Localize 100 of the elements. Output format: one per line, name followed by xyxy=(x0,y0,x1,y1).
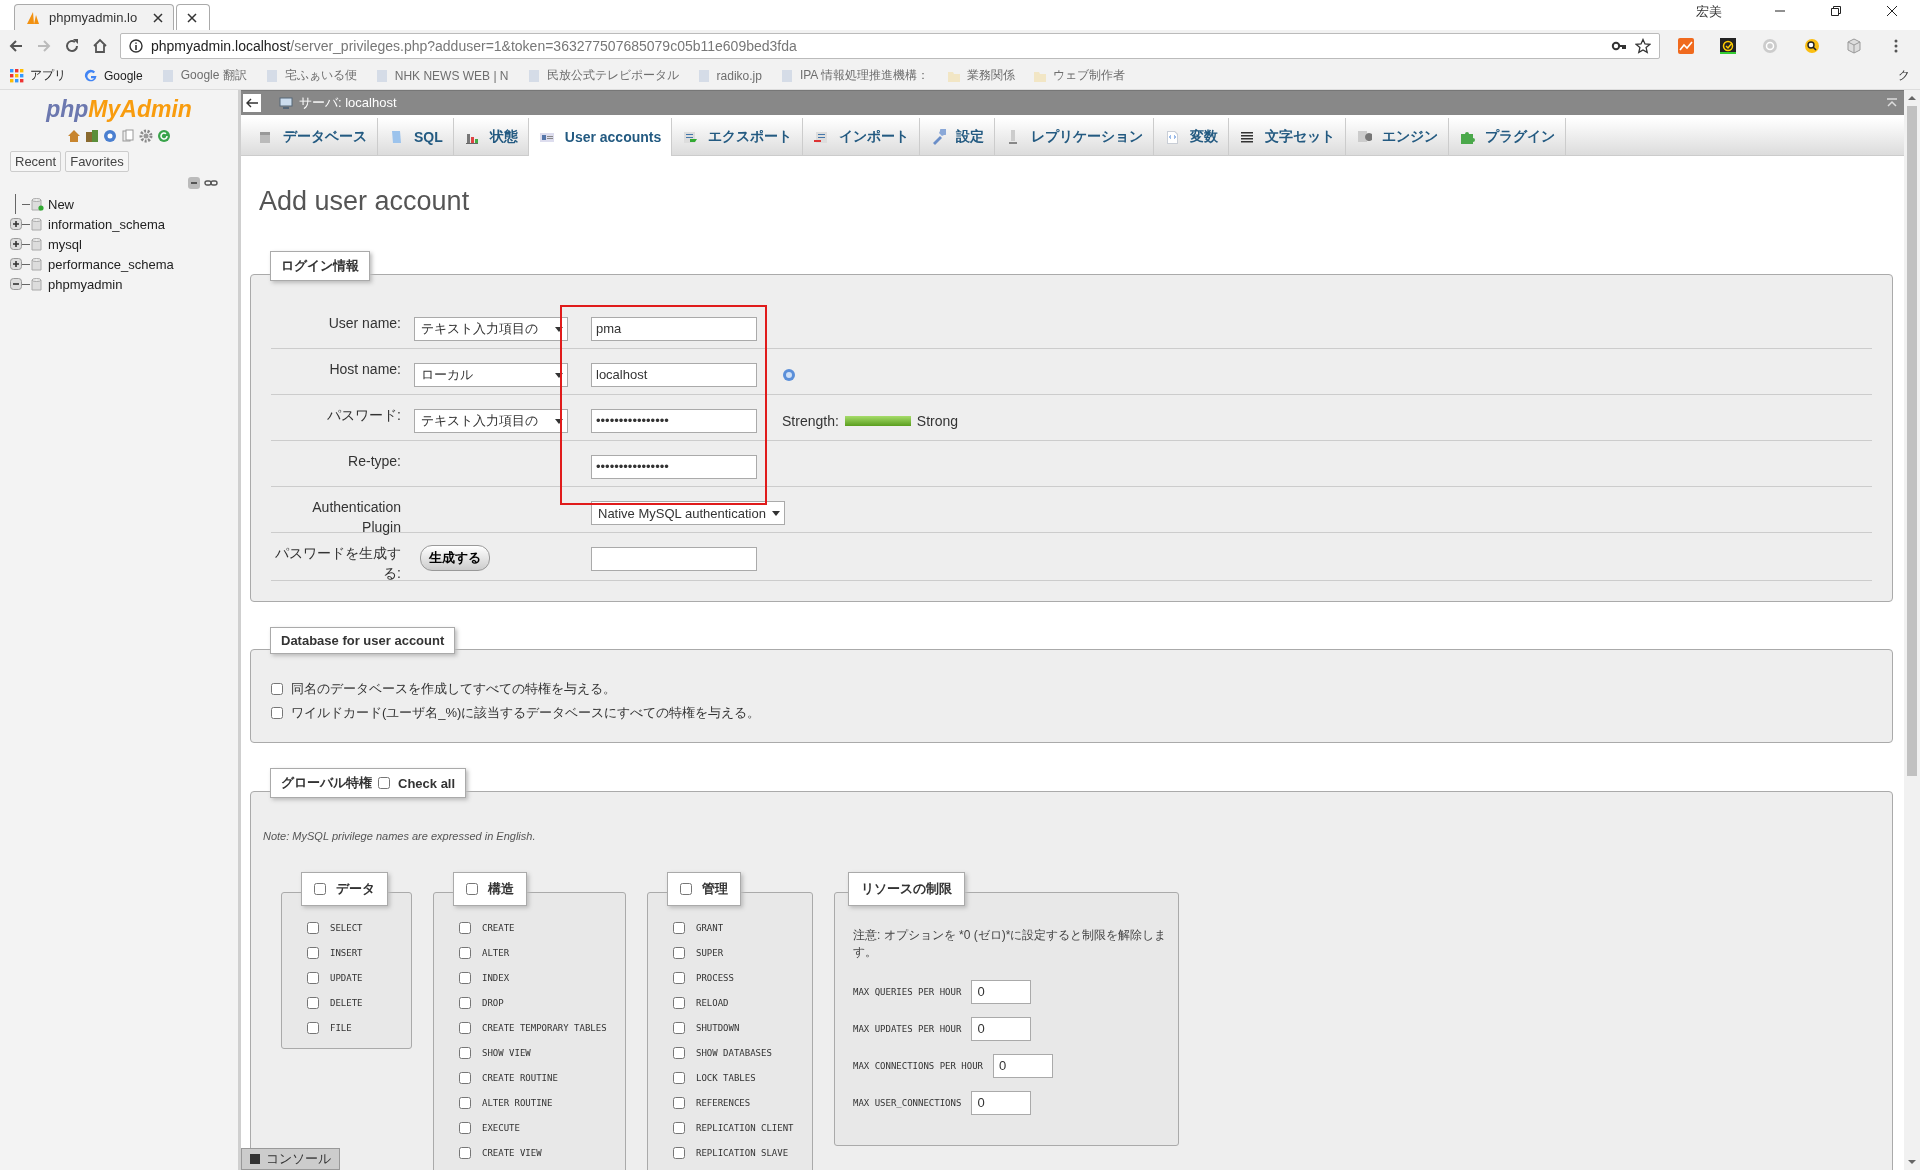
nav-tab[interactable]: エクスポート xyxy=(672,118,804,155)
tree-item[interactable]: information_schema xyxy=(48,216,166,232)
nav-tab[interactable]: プラグイン xyxy=(1449,118,1567,155)
checkbox[interactable] xyxy=(459,1146,471,1159)
check-extension-icon[interactable] xyxy=(1720,38,1736,54)
checkbox[interactable] xyxy=(459,1071,471,1084)
input-field[interactable]: 0 xyxy=(993,1054,1054,1078)
bookmark-link[interactable]: IPA 情報処理推進機構： xyxy=(779,67,929,84)
checkbox[interactable] xyxy=(307,996,319,1009)
check-all-label[interactable]: Check all xyxy=(398,775,456,791)
checkbox[interactable] xyxy=(459,946,471,959)
reload-icon[interactable] xyxy=(64,38,80,54)
checkbox[interactable] xyxy=(271,707,283,719)
input-field[interactable]: pma xyxy=(591,317,757,341)
bookmark-link[interactable]: 宅ふぁいる便 xyxy=(264,67,357,84)
checkbox[interactable] xyxy=(680,883,692,895)
checkbox[interactable] xyxy=(307,971,319,984)
tree-item[interactable]: performance_schema xyxy=(48,256,174,272)
checkbox[interactable] xyxy=(673,971,685,984)
checkbox[interactable] xyxy=(673,996,685,1009)
input-field[interactable]: 0 xyxy=(971,1017,1032,1041)
bookmark-link[interactable]: NHK NEWS WEB | N xyxy=(374,68,509,83)
checkbox[interactable] xyxy=(673,1021,685,1034)
restore-icon[interactable] xyxy=(1830,5,1842,17)
checkbox[interactable] xyxy=(271,683,283,695)
info-icon[interactable] xyxy=(129,39,143,53)
sidebar-tab-button[interactable]: Favorites xyxy=(65,151,129,172)
nav-tab[interactable]: 設定 xyxy=(920,118,996,155)
nav-tab[interactable]: User accounts xyxy=(528,118,673,156)
nav-tab[interactable]: エンジン xyxy=(1346,118,1450,155)
bookmark-link[interactable]: 業務関係 xyxy=(947,67,1015,84)
checkbox[interactable] xyxy=(459,971,471,984)
checkbox[interactable] xyxy=(307,946,319,959)
dropdown[interactable]: テキスト入力項目の xyxy=(414,409,568,433)
checkbox[interactable] xyxy=(459,1046,471,1059)
dropdown[interactable]: テキスト入力項目の xyxy=(414,317,568,341)
bookmark-overflow[interactable]: ク xyxy=(1898,67,1910,84)
magnifier-extension-icon[interactable] xyxy=(1804,38,1820,54)
close-icon[interactable] xyxy=(153,12,163,23)
checkbox[interactable] xyxy=(466,883,478,895)
bookmark-link[interactable]: Google 翻訳 xyxy=(160,67,247,84)
input-field[interactable]: 0 xyxy=(971,980,1032,1004)
nav-tab[interactable]: SQL xyxy=(378,118,454,155)
help-icon[interactable] xyxy=(103,129,117,143)
checkbox[interactable] xyxy=(459,921,471,934)
input-field[interactable]: localhost xyxy=(591,363,757,387)
browser-tab[interactable]: phpmyadmin.lo xyxy=(14,4,174,30)
tree-item[interactable]: mysql xyxy=(48,236,82,252)
bookmark-link[interactable]: ウェブ制作者 xyxy=(1033,67,1125,84)
breadcrumb-link[interactable]: サーバ: localhost xyxy=(299,94,397,112)
home-icon[interactable] xyxy=(67,129,81,143)
dropdown[interactable]: ローカル xyxy=(414,363,568,387)
checkbox[interactable] xyxy=(459,1121,471,1134)
checkbox[interactable] xyxy=(459,1096,471,1109)
dropdown[interactable]: Native MySQL authentication xyxy=(591,501,785,525)
settings-icon[interactable] xyxy=(139,129,153,143)
expand-icon[interactable] xyxy=(10,218,22,230)
scroll-up-icon[interactable] xyxy=(1907,93,1917,103)
exit-icon[interactable] xyxy=(85,129,99,143)
expand-icon[interactable] xyxy=(10,258,22,270)
checkbox[interactable] xyxy=(673,1096,685,1109)
nav-tab[interactable]: 文字セット xyxy=(1229,118,1347,155)
nav-tab[interactable]: インポート xyxy=(803,118,921,155)
close-icon[interactable] xyxy=(187,12,197,23)
reload-icon[interactable] xyxy=(157,129,171,143)
checkbox[interactable] xyxy=(673,1146,685,1159)
sidebar-tab-button[interactable]: Recent xyxy=(10,151,62,172)
tree-item[interactable]: New xyxy=(48,196,74,212)
checkbox[interactable] xyxy=(378,777,390,789)
back-icon[interactable] xyxy=(8,38,24,54)
checkbox[interactable] xyxy=(673,1071,685,1084)
nav-tab[interactable]: 状態 xyxy=(453,118,529,155)
input-field[interactable]: •••••••••••••••• xyxy=(591,455,757,479)
checkbox[interactable] xyxy=(459,996,471,1009)
logo[interactable]: phpMyAdmin xyxy=(10,96,238,123)
checkbox[interactable] xyxy=(673,946,685,959)
input-field[interactable]: 0 xyxy=(971,1091,1032,1115)
checkbox[interactable] xyxy=(673,1121,685,1134)
checkbox[interactable] xyxy=(673,921,685,934)
nav-tab[interactable]: レプリケーション xyxy=(995,118,1155,155)
tree-item[interactable]: phpmyadmin xyxy=(48,276,123,292)
checkbox[interactable] xyxy=(307,921,319,934)
bookmark-link[interactable]: Google xyxy=(84,68,143,83)
nav-tab[interactable]: 変数 xyxy=(1154,118,1230,155)
generate-button[interactable]: 生成する xyxy=(420,545,490,571)
home-icon[interactable] xyxy=(92,38,108,54)
bookmark-link[interactable]: アプリ xyxy=(10,67,66,84)
chart-extension-icon[interactable] xyxy=(1678,38,1694,54)
profile-name[interactable]: 宏美 xyxy=(1696,3,1722,21)
help-icon[interactable] xyxy=(782,368,796,382)
console-tab[interactable]: コンソール xyxy=(241,1148,340,1170)
close-icon[interactable] xyxy=(1886,5,1898,17)
scroll-down-icon[interactable] xyxy=(1907,1157,1917,1167)
bookmark-link[interactable]: 民放公式テレビポータル xyxy=(526,67,679,84)
bookmark-link[interactable]: radiko.jp xyxy=(696,68,762,83)
collapse-icon[interactable] xyxy=(10,278,22,290)
address-field[interactable]: phpmyadmin.localhost/server_privileges.php?adduser=1&token=363277507685079c05b11e609bed3fda xyxy=(120,33,1660,59)
checkbox[interactable] xyxy=(673,1046,685,1059)
checkbox[interactable] xyxy=(307,1021,319,1034)
nav-tab[interactable]: データベース xyxy=(247,118,378,155)
